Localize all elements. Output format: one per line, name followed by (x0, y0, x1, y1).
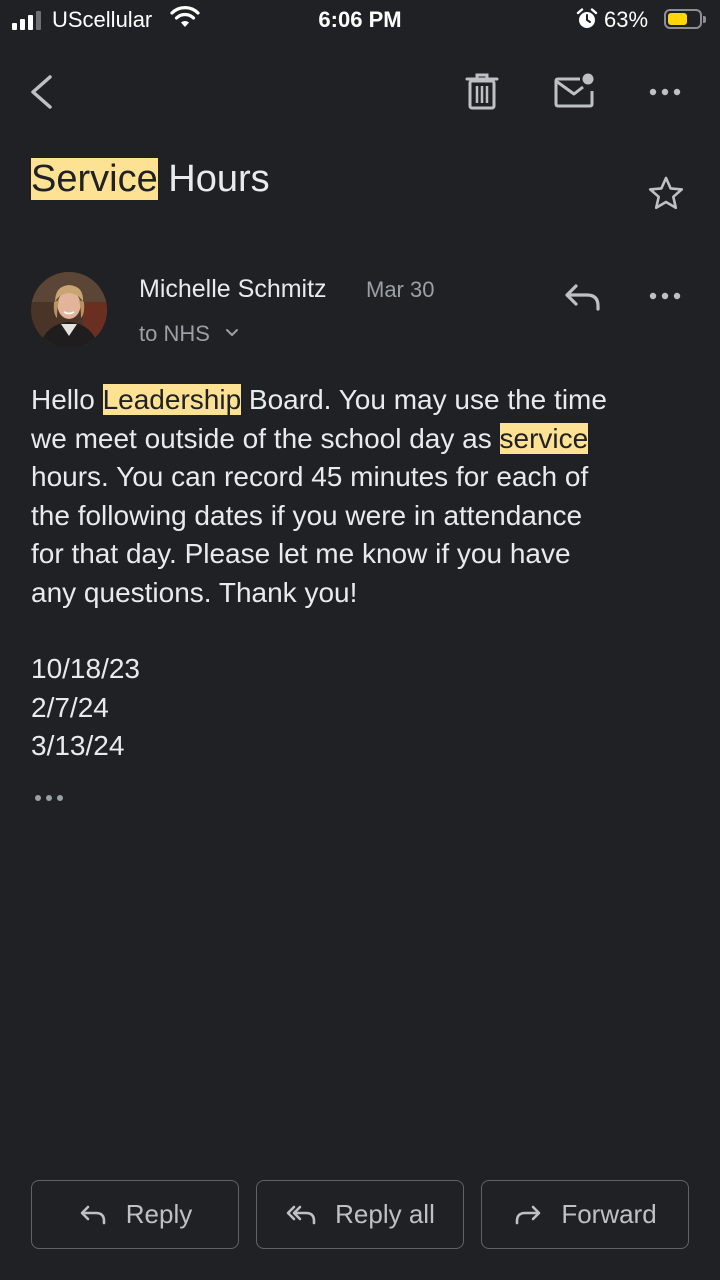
battery-percentage: 63% (604, 7, 649, 32)
delete-icon (465, 73, 499, 110)
star-button[interactable] (644, 172, 688, 216)
body-line: for that day. Please let me know if you … (31, 538, 571, 569)
alarm-icon (576, 8, 598, 28)
ellipsis-icon (35, 795, 63, 801)
back-button[interactable] (24, 70, 64, 114)
search-highlight: service (499, 422, 589, 454)
more-options-button[interactable] (640, 70, 690, 114)
avatar[interactable] (31, 272, 107, 348)
back-icon (31, 75, 52, 109)
body-line: we meet outside of the school day as ser… (31, 422, 589, 454)
battery-level-fill (668, 13, 687, 25)
reply-icon (565, 284, 600, 311)
forward-label: Forward (561, 1199, 657, 1229)
date-list: 10/18/23 2/7/24 3/13/24 (31, 650, 140, 766)
sender-photo (31, 272, 107, 348)
date-item: 10/18/23 (31, 653, 140, 684)
body-line: Hello Leadership Board. You may use the … (31, 384, 607, 415)
recipients-toggle[interactable]: to NHS (139, 321, 210, 347)
subject-text: Hours (157, 158, 270, 200)
message-date: Mar 30 (366, 277, 435, 302)
show-trimmed-content-button[interactable] (32, 786, 72, 810)
search-highlight: Service (31, 158, 158, 200)
message-more-button[interactable] (640, 274, 690, 318)
mark-unread-icon (554, 73, 594, 108)
chevron-down-icon[interactable] (224, 326, 240, 340)
star-icon (648, 176, 684, 210)
reply-all-icon (286, 1205, 316, 1224)
battery-icon (664, 9, 706, 29)
message-body: Hello Leadership Board. You may use the … (31, 381, 695, 612)
reply-button[interactable] (560, 274, 604, 318)
reply-icon (80, 1205, 106, 1224)
body-line: any questions. Thank you! (31, 576, 358, 608)
reply-action-button[interactable]: Reply (31, 1180, 239, 1249)
reply-all-action-button[interactable]: Reply all (256, 1180, 464, 1249)
reply-label: Reply (125, 1199, 193, 1229)
reply-all-label: Reply all (335, 1199, 435, 1229)
delete-button[interactable] (460, 70, 504, 114)
body-line: the following dates if you were in atten… (31, 499, 583, 531)
mark-unread-button[interactable] (550, 70, 598, 114)
status-bar: UScellular 6:06 PM 63% (0, 0, 720, 40)
more-icon (649, 88, 681, 96)
forward-action-button[interactable]: Forward (481, 1180, 689, 1249)
date-item: 2/7/24 (31, 691, 109, 723)
body-line: hours. You can record 45 minutes for eac… (31, 461, 589, 492)
forward-icon (516, 1205, 541, 1224)
email-subject: Service Hours (31, 158, 270, 201)
search-highlight: Leadership (102, 384, 242, 415)
date-item: 3/13/24 (31, 730, 125, 761)
more-icon (649, 292, 681, 300)
sender-name[interactable]: Michelle Schmitz (139, 275, 327, 304)
